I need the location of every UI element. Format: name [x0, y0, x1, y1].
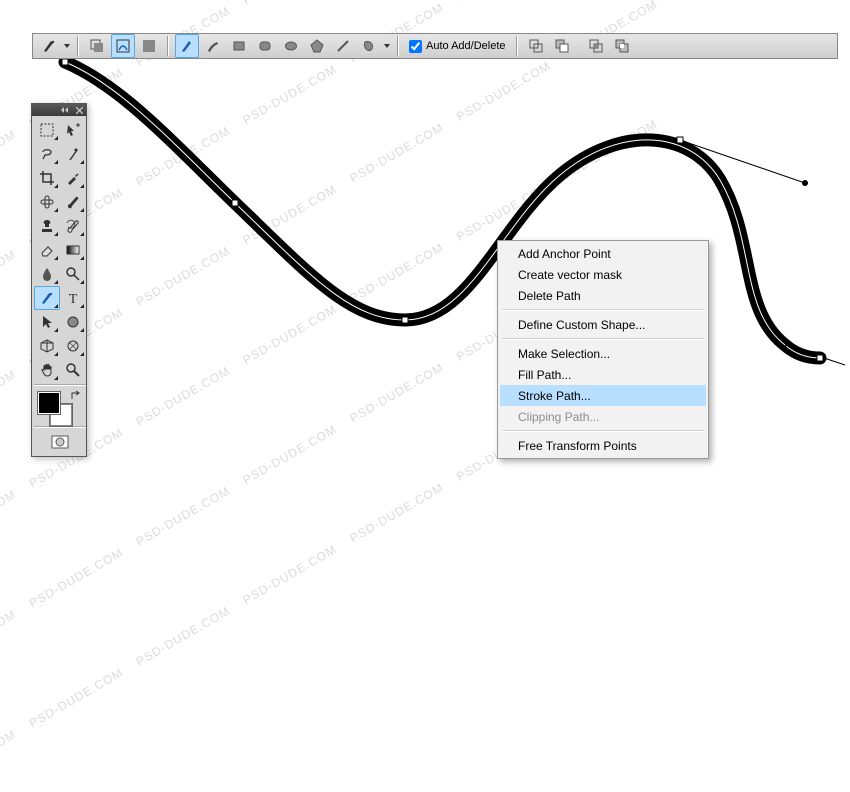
drawn-path [0, 0, 850, 564]
healing-brush-tool[interactable] [34, 190, 60, 214]
magic-wand-tool[interactable] [60, 142, 86, 166]
path-combine-add[interactable] [524, 34, 548, 58]
pen-icon-button[interactable] [175, 34, 199, 58]
pen-tool-preset[interactable] [37, 34, 61, 58]
rectangle-shape-icon[interactable] [227, 34, 251, 58]
fill-pixels-mode[interactable] [137, 34, 161, 58]
brush-tool[interactable] [60, 190, 86, 214]
eraser-tool[interactable] [34, 238, 60, 262]
shape-tool[interactable] [60, 310, 86, 334]
lasso-tool[interactable] [34, 142, 60, 166]
menu-item-define-custom-shape[interactable]: Define Custom Shape... [500, 314, 706, 335]
tools-panel-header[interactable] [32, 104, 86, 116]
history-brush-tool[interactable] [60, 214, 86, 238]
shape-layers-mode[interactable] [85, 34, 109, 58]
menu-separator [502, 430, 704, 432]
zoom-tool[interactable] [60, 358, 86, 382]
crop-tool[interactable] [34, 166, 60, 190]
polygon-shape-icon[interactable] [305, 34, 329, 58]
menu-item-make-selection[interactable]: Make Selection... [500, 343, 706, 364]
tool-preset-dropdown[interactable] [63, 44, 71, 48]
path-combine-exclude[interactable] [610, 34, 634, 58]
rounded-rectangle-shape-icon[interactable] [253, 34, 277, 58]
3d-tool[interactable] [34, 334, 60, 358]
canvas[interactable]: PSD-DUDE.COM PSD-DUDE.COM PSD-DUDE.COM P… [0, 0, 850, 564]
tools-panel[interactable]: T [31, 103, 87, 457]
gradient-tool[interactable] [60, 238, 86, 262]
3d-camera-tool[interactable] [60, 334, 86, 358]
menu-item-free-transform-points[interactable]: Free Transform Points [500, 435, 706, 456]
menu-item-delete-path[interactable]: Delete Path [500, 285, 706, 306]
foreground-color-swatch[interactable] [38, 392, 60, 414]
move-tool[interactable] [60, 118, 86, 142]
hand-tool[interactable] [34, 358, 60, 382]
menu-item-clipping-path: Clipping Path... [500, 406, 706, 427]
path-context-menu[interactable]: Add Anchor PointCreate vector maskDelete… [497, 240, 709, 459]
menu-item-create-vector-mask[interactable]: Create vector mask [500, 264, 706, 285]
menu-item-stroke-path[interactable]: Stroke Path... [500, 385, 706, 406]
blur-tool[interactable] [34, 262, 60, 286]
swap-colors-icon[interactable] [70, 390, 82, 402]
color-swatches[interactable] [34, 388, 86, 424]
paths-mode[interactable] [111, 34, 135, 58]
stamp-tool[interactable] [34, 214, 60, 238]
auto-add-delete-label: Auto Add/Delete [426, 40, 506, 52]
menu-item-fill-path[interactable]: Fill Path... [500, 364, 706, 385]
menu-separator [502, 338, 704, 340]
dodge-tool[interactable] [60, 262, 86, 286]
menu-separator [502, 309, 704, 311]
auto-add-delete-input[interactable] [409, 40, 422, 53]
freeform-pen-icon-button[interactable] [201, 34, 225, 58]
svg-text:T: T [69, 292, 78, 306]
marquee-tool[interactable] [34, 118, 60, 142]
custom-shape-icon[interactable] [357, 34, 381, 58]
quick-mask-toggle[interactable] [34, 430, 86, 454]
eyedropper-tool[interactable] [60, 166, 86, 190]
options-bar: Auto Add/Delete [32, 33, 838, 59]
collapse-icon[interactable] [60, 106, 70, 114]
path-combine-subtract[interactable] [550, 34, 574, 58]
custom-shape-dropdown[interactable] [383, 44, 391, 48]
path-selection-tool[interactable] [34, 310, 60, 334]
auto-add-delete-checkbox[interactable]: Auto Add/Delete [405, 40, 510, 53]
close-icon[interactable] [74, 106, 84, 114]
ellipse-shape-icon[interactable] [279, 34, 303, 58]
menu-item-add-anchor-point[interactable]: Add Anchor Point [500, 243, 706, 264]
line-shape-icon[interactable] [331, 34, 355, 58]
type-tool[interactable]: T [60, 286, 86, 310]
path-combine-intersect[interactable] [584, 34, 608, 58]
pen-tool[interactable] [34, 286, 60, 310]
